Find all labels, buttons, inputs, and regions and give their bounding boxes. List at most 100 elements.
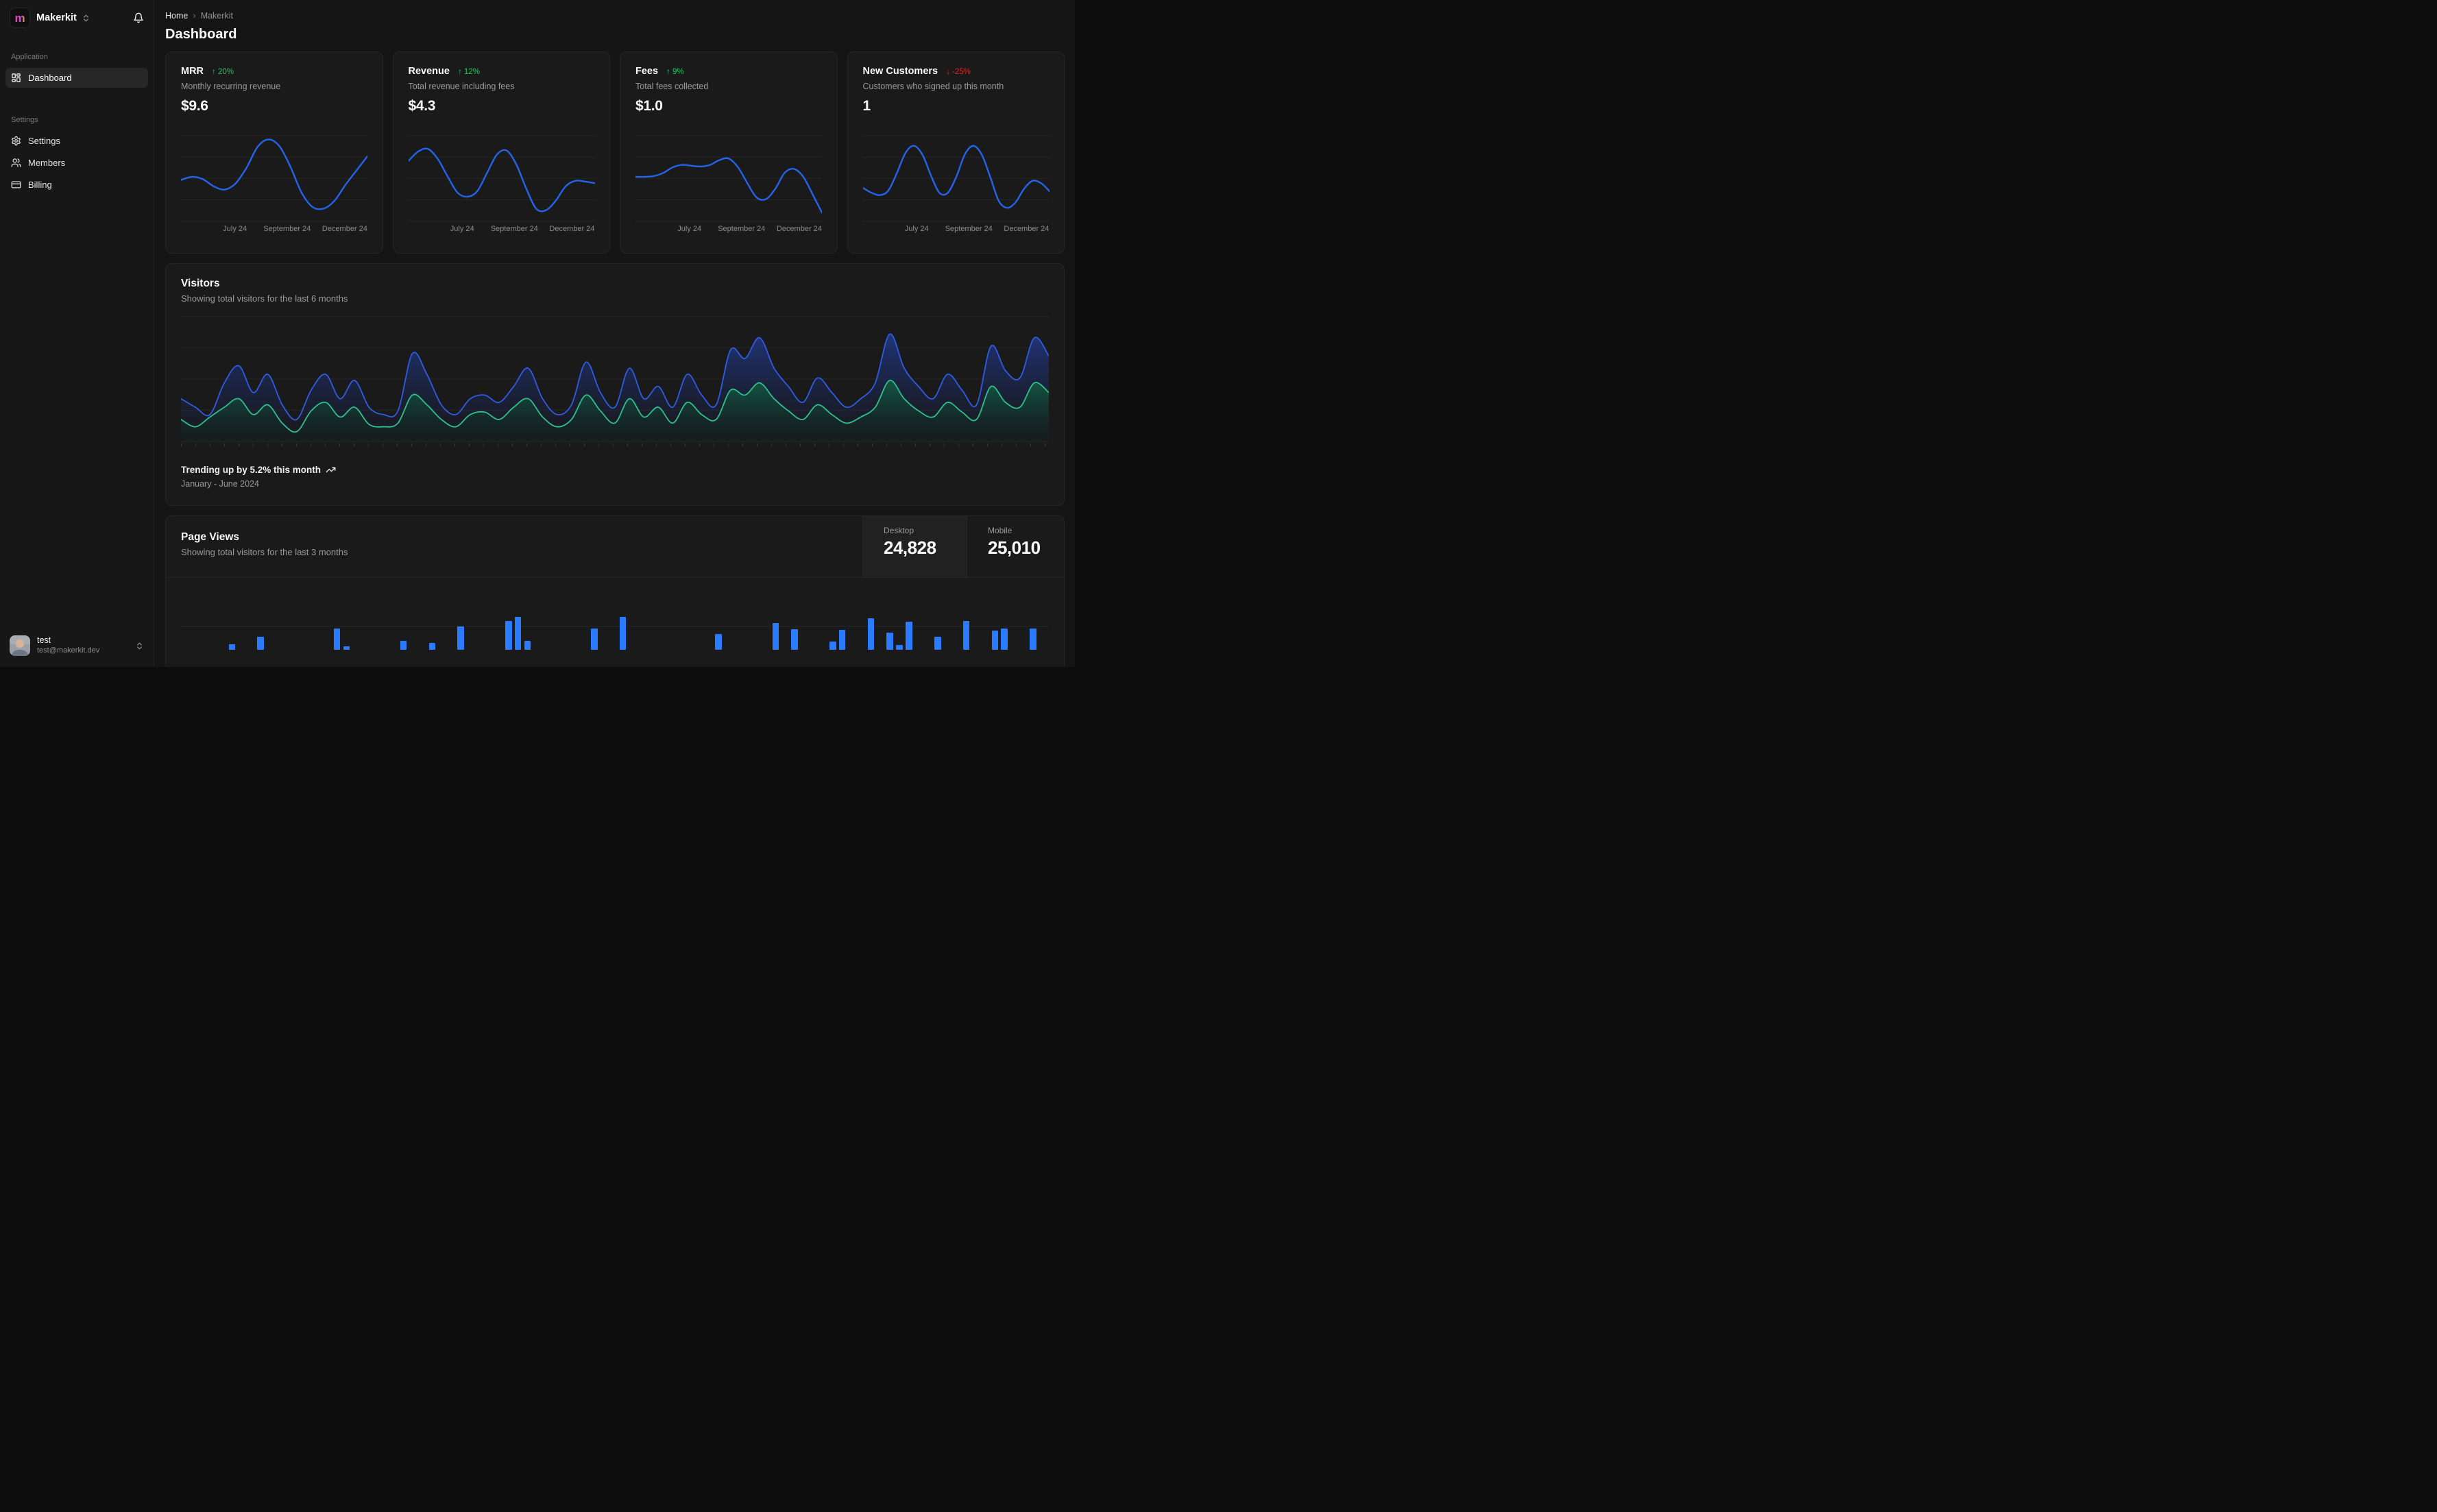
bar bbox=[896, 644, 903, 650]
avatar bbox=[10, 635, 30, 656]
sidebar-nav: Application Dashboard Settings Settings … bbox=[0, 35, 154, 627]
main-content: Home › Makerkit Dashboard MRR ↑ 20% Mont… bbox=[155, 0, 1075, 667]
bar bbox=[619, 616, 627, 650]
stat-cards-row: MRR ↑ 20% Monthly recurring revenue $9.6… bbox=[165, 51, 1065, 254]
sidebar-item-label: Members bbox=[28, 158, 66, 168]
sidebar-item-settings[interactable]: Settings bbox=[5, 131, 148, 151]
chevron-right-icon: › bbox=[193, 10, 196, 21]
stat-title: Fees bbox=[635, 66, 659, 77]
app-screen: m Makerkit Application Dashboard Setting… bbox=[0, 0, 1075, 667]
visitors-trend-text: Trending up by 5.2% this month bbox=[181, 465, 322, 475]
tab-value: 25,010 bbox=[988, 537, 1041, 558]
tab-value: 24,828 bbox=[884, 537, 936, 558]
bar bbox=[715, 633, 722, 650]
revenue-sparkline-chart bbox=[407, 133, 596, 222]
makerkit-logo: m bbox=[10, 8, 30, 28]
stat-value: $9.6 bbox=[181, 98, 208, 114]
stat-subtitle: Customers who signed up this month bbox=[862, 82, 1004, 91]
sidebar-item-billing[interactable]: Billing bbox=[5, 175, 148, 195]
page-views-subtitle: Showing total visitors for the last 3 mo… bbox=[181, 547, 348, 557]
tab-desktop[interactable]: Desktop 24,828 bbox=[862, 516, 967, 577]
sidebar-item-label: Dashboard bbox=[28, 73, 72, 83]
stat-subtitle: Total revenue including fees bbox=[408, 82, 515, 91]
stat-title: Revenue bbox=[408, 66, 450, 77]
customers-sparkline-chart bbox=[862, 133, 1050, 222]
tab-mobile[interactable]: Mobile 25,010 bbox=[967, 516, 1064, 577]
stat-card-mrr: MRR ↑ 20% Monthly recurring revenue $9.6… bbox=[165, 51, 383, 254]
nav-section-application: Application bbox=[11, 53, 48, 61]
x-axis-label: December 24 bbox=[549, 225, 595, 233]
x-axis-ticks bbox=[181, 443, 1049, 446]
x-axis-label: December 24 bbox=[776, 225, 822, 233]
bar bbox=[829, 642, 836, 650]
x-axis-label: July 24 bbox=[677, 225, 702, 233]
visitors-panel: Visitors Showing total visitors for the … bbox=[165, 263, 1065, 506]
bar bbox=[524, 641, 531, 650]
user-email: test@makerkit.dev bbox=[37, 646, 100, 655]
bar bbox=[514, 616, 522, 650]
x-axis-label: July 24 bbox=[450, 225, 474, 233]
trending-up-icon bbox=[326, 467, 336, 473]
stat-subtitle: Total fees collected bbox=[635, 82, 709, 91]
stat-subtitle: Monthly recurring revenue bbox=[181, 82, 281, 91]
sidebar-item-members[interactable]: Members bbox=[5, 153, 148, 173]
x-axis-label: July 24 bbox=[223, 225, 247, 233]
visitors-date-range: January - June 2024 bbox=[181, 479, 259, 489]
sidebar-item-dashboard[interactable]: Dashboard bbox=[5, 68, 148, 88]
notifications-bell-icon[interactable] bbox=[133, 12, 144, 23]
visitors-title: Visitors bbox=[181, 278, 220, 289]
stat-card-new-customers: New Customers ↓ -25% Customers who signe… bbox=[847, 51, 1065, 254]
bar bbox=[791, 629, 798, 650]
bar bbox=[457, 626, 464, 650]
stat-delta-badge: ↑ 9% bbox=[666, 68, 684, 76]
bar bbox=[343, 646, 350, 650]
visitors-subtitle: Showing total visitors for the last 6 mo… bbox=[181, 293, 348, 304]
x-axis-label: September 24 bbox=[718, 225, 766, 233]
bar bbox=[867, 618, 875, 650]
user-name: test bbox=[37, 635, 51, 646]
chevrons-up-down-icon bbox=[135, 642, 144, 650]
bar bbox=[934, 637, 941, 650]
chevrons-up-down-icon bbox=[82, 14, 90, 23]
x-axis-label: December 24 bbox=[1004, 225, 1050, 233]
tab-label: Desktop bbox=[884, 526, 914, 535]
bar bbox=[772, 623, 779, 650]
bar bbox=[400, 641, 407, 650]
breadcrumb: Home › Makerkit bbox=[165, 10, 1065, 21]
user-menu[interactable]: test test@makerkit.dev bbox=[0, 627, 154, 667]
page-views-panel: Page Views Showing total visitors for th… bbox=[165, 515, 1065, 667]
page-views-bar-chart bbox=[181, 578, 1049, 650]
bar bbox=[838, 629, 846, 650]
stat-value: $1.0 bbox=[635, 98, 663, 114]
tab-label: Mobile bbox=[988, 526, 1013, 535]
stat-title: MRR bbox=[181, 66, 204, 77]
visitors-area-chart bbox=[180, 313, 1050, 443]
x-axis-label: July 24 bbox=[904, 225, 929, 233]
stat-delta-badge: ↑ 12% bbox=[457, 68, 480, 76]
stat-title: New Customers bbox=[862, 66, 938, 77]
x-axis-label: September 24 bbox=[263, 225, 311, 233]
bar bbox=[906, 622, 912, 650]
stat-card-revenue: Revenue ↑ 12% Total revenue including fe… bbox=[392, 51, 610, 254]
bar bbox=[428, 642, 436, 650]
x-axis-label: December 24 bbox=[322, 225, 367, 233]
breadcrumb-current: Makerkit bbox=[200, 10, 233, 21]
page-title: Dashboard bbox=[165, 27, 237, 42]
bar bbox=[257, 637, 264, 650]
x-axis-label: September 24 bbox=[945, 225, 993, 233]
workspace-switcher[interactable]: m Makerkit bbox=[0, 0, 154, 35]
stat-card-fees: Fees ↑ 9% Total fees collected $1.0 July… bbox=[620, 51, 838, 254]
bar bbox=[228, 644, 236, 650]
breadcrumb-home-link[interactable]: Home bbox=[165, 11, 188, 21]
bar bbox=[505, 621, 512, 650]
sidebar: m Makerkit Application Dashboard Setting… bbox=[0, 0, 154, 667]
bar bbox=[1030, 628, 1036, 650]
stat-value: $4.3 bbox=[408, 98, 436, 114]
bar bbox=[886, 632, 893, 650]
stat-delta-badge: ↓ -25% bbox=[946, 68, 971, 76]
sidebar-item-label: Settings bbox=[28, 136, 60, 146]
fees-sparkline-chart bbox=[634, 133, 823, 222]
bar bbox=[333, 628, 341, 650]
mrr-sparkline-chart bbox=[180, 133, 369, 222]
page-views-title: Page Views bbox=[181, 531, 240, 543]
